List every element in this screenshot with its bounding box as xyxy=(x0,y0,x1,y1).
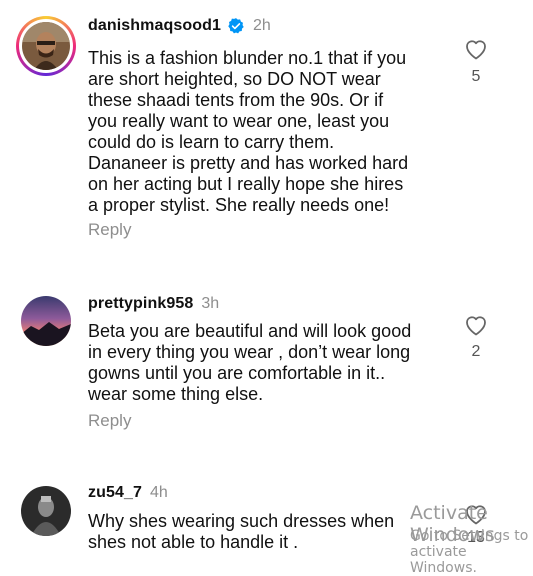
story-ring-avatar[interactable] xyxy=(16,16,76,76)
like-count: 5 xyxy=(471,68,481,85)
like-count: 2 xyxy=(471,343,481,360)
avatar[interactable] xyxy=(21,486,71,536)
activation-watermark-subtitle: Go to Settings to activate Windows. xyxy=(410,528,529,576)
username[interactable]: zu54_7 xyxy=(88,484,142,502)
verified-badge-icon xyxy=(228,18,244,34)
comment-time: 4h xyxy=(149,484,168,501)
username[interactable]: prettypink958 xyxy=(88,295,193,313)
avatar-image xyxy=(21,296,71,346)
comment-time: 3h xyxy=(201,295,220,312)
reply-button[interactable]: Reply xyxy=(88,411,131,431)
heart-outline-icon[interactable] xyxy=(464,38,488,60)
heart-outline-icon[interactable] xyxy=(464,314,488,336)
comment-text: Beta you are beautiful and will look goo… xyxy=(88,321,412,404)
comment-time: 2h xyxy=(252,17,271,34)
reply-button[interactable]: Reply xyxy=(88,220,131,240)
comment-text: This is a fashion blunder no.1 that if y… xyxy=(88,48,409,215)
username[interactable]: danishmaqsood1 xyxy=(88,17,221,35)
comment-meta: zu54_7 4h xyxy=(88,484,168,502)
comment-text: Why shes wearing such dresses when shes … xyxy=(88,511,395,552)
comment-item: prettypink958 3h Beta you are beautiful … xyxy=(0,280,533,440)
avatar[interactable] xyxy=(21,296,71,346)
comment-meta: danishmaqsood1 2h xyxy=(88,17,271,35)
avatar-image xyxy=(21,486,71,536)
comment-item: danishmaqsood1 2h This is a fashion blun… xyxy=(0,0,533,260)
avatar-image xyxy=(22,22,70,70)
comment-meta: prettypink958 3h xyxy=(88,295,219,313)
